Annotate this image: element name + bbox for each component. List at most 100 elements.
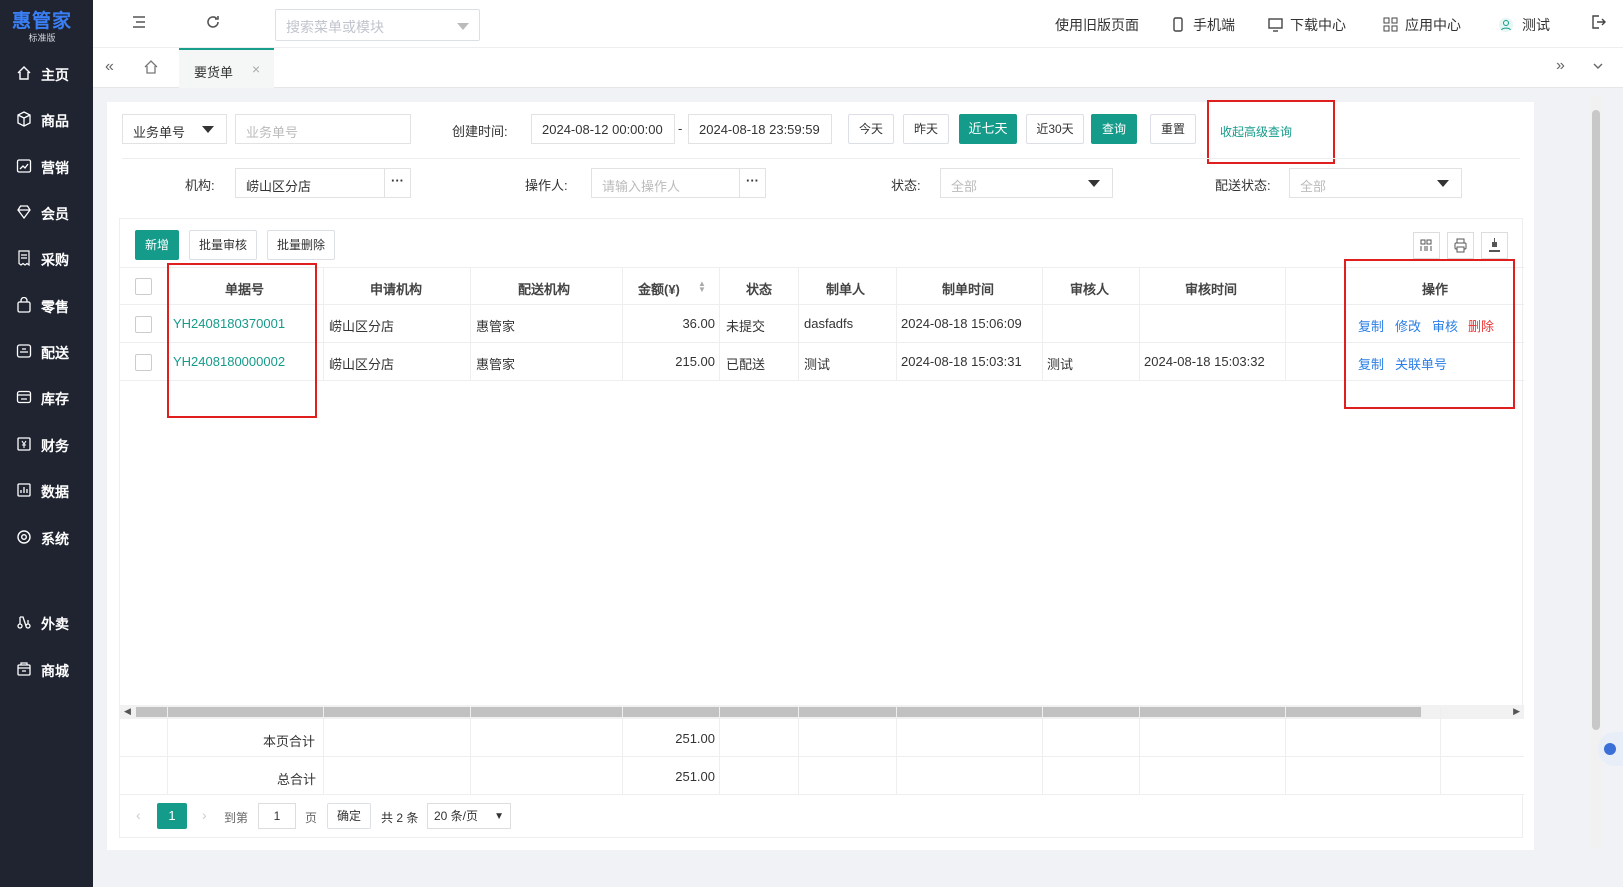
last-30-days-button[interactable]: 近30天 bbox=[1026, 114, 1084, 144]
query-button[interactable]: 查询 bbox=[1091, 114, 1137, 144]
sidebar-item-inventory[interactable]: 库存 bbox=[0, 378, 93, 418]
user-menu[interactable]: 测试 bbox=[1498, 15, 1550, 35]
amount-cell: 215.00 bbox=[675, 354, 715, 369]
sidebar-item-takeout[interactable]: 外卖 bbox=[0, 603, 93, 643]
batch-delete-button[interactable]: 批量删除 bbox=[267, 230, 335, 260]
goto-confirm-button[interactable]: 确定 bbox=[327, 803, 371, 829]
menu-search-input[interactable]: 搜索菜单或模块 bbox=[275, 9, 480, 41]
menu-toggle-icon[interactable] bbox=[131, 14, 151, 34]
deliver-org-cell: 惠管家 bbox=[476, 319, 516, 334]
tab-bar: « 要货单 × » bbox=[93, 48, 1623, 88]
sidebar-item-home[interactable]: 主页 bbox=[0, 54, 93, 94]
scroll-left-arrow-icon[interactable]: ◀ bbox=[124, 706, 131, 717]
home-icon bbox=[16, 65, 33, 82]
select-all-checkbox[interactable] bbox=[135, 278, 152, 295]
org-input[interactable]: 崂山区分店 ··· bbox=[235, 168, 411, 198]
collapse-left-icon[interactable]: « bbox=[105, 58, 114, 76]
status-cell: 未提交 bbox=[726, 319, 766, 334]
today-button[interactable]: 今天 bbox=[848, 114, 894, 144]
sidebar-item-truck[interactable]: 配送 bbox=[0, 332, 93, 372]
sidebar-item-receipt[interactable]: 采购 bbox=[0, 239, 93, 279]
print-icon[interactable] bbox=[1447, 232, 1474, 259]
highlight-box bbox=[1344, 259, 1515, 409]
column-header: 制单时间 bbox=[942, 282, 995, 297]
close-icon[interactable]: × bbox=[252, 61, 260, 77]
monitor-icon bbox=[1268, 17, 1283, 32]
data-icon bbox=[16, 482, 33, 499]
date-to-input[interactable]: 2024-08-18 23:59:59 bbox=[688, 114, 832, 144]
batch-audit-button[interactable]: 批量审核 bbox=[189, 230, 257, 260]
scrollbar-thumb[interactable] bbox=[136, 707, 1421, 717]
download-center-label: 下载中心 bbox=[1290, 17, 1346, 33]
reset-button[interactable]: 重置 bbox=[1150, 114, 1196, 144]
page-number-current[interactable]: 1 bbox=[157, 803, 187, 829]
old-version-link[interactable]: 使用旧版页面 bbox=[1055, 15, 1139, 35]
delivery-status-select[interactable]: 全部 bbox=[1289, 168, 1462, 198]
col-divider bbox=[1440, 707, 1441, 795]
download-center-link[interactable]: 下载中心 bbox=[1268, 15, 1346, 35]
status-label: 状态: bbox=[891, 178, 921, 193]
date-from-input[interactable]: 2024-08-12 00:00:00 bbox=[531, 114, 675, 144]
sidebar-item-diamond[interactable]: 会员 bbox=[0, 193, 93, 233]
tab-requisition-label: 要货单 bbox=[194, 65, 234, 80]
export-icon[interactable] bbox=[1481, 232, 1508, 259]
made-time-cell: 2024-08-18 15:03:31 bbox=[901, 354, 1022, 369]
yesterday-button[interactable]: 昨天 bbox=[903, 114, 949, 144]
chevron-down-icon[interactable] bbox=[1592, 60, 1604, 75]
sidebar-item-chart[interactable]: 营销 bbox=[0, 147, 93, 187]
home-tab-icon[interactable] bbox=[143, 59, 159, 78]
row-checkbox[interactable] bbox=[135, 354, 152, 371]
mobile-link[interactable]: 手机端 bbox=[1171, 15, 1235, 35]
prev-page-icon[interactable]: ‹ bbox=[136, 807, 141, 823]
page-scrollbar-thumb[interactable] bbox=[1592, 110, 1600, 730]
sidebar-item-label: 零售 bbox=[41, 299, 69, 315]
columns-icon[interactable] bbox=[1413, 232, 1440, 259]
refresh-icon[interactable] bbox=[205, 14, 225, 34]
doc-type-value: 业务单号 bbox=[133, 125, 186, 140]
delivery-status-value: 全部 bbox=[1300, 179, 1327, 194]
menu-search-placeholder: 搜索菜单或模块 bbox=[286, 19, 384, 35]
diamond-icon bbox=[16, 204, 33, 221]
logout-icon[interactable] bbox=[1590, 14, 1610, 34]
row-checkbox[interactable] bbox=[135, 316, 152, 333]
col-divider bbox=[167, 707, 168, 795]
more-dots-icon[interactable]: ··· bbox=[384, 169, 410, 197]
scroll-right-arrow-icon[interactable]: ▶ bbox=[1513, 706, 1520, 717]
scroll-right-icon[interactable]: » bbox=[1556, 57, 1565, 75]
org-value: 崂山区分店 bbox=[246, 179, 312, 194]
status-cell: 已配送 bbox=[726, 357, 766, 372]
page-size-select[interactable]: 20 条/页 ▼ bbox=[427, 803, 511, 829]
sidebar: 惠管家 标准版 主页 商品 营销 会员 采购 零售 配送 库存 财务 数据 系统 外卖 商城 bbox=[0, 0, 93, 887]
sidebar-item-bag[interactable]: 零售 bbox=[0, 286, 93, 326]
add-button[interactable]: 新增 bbox=[135, 230, 179, 260]
sidebar-item-label: 财务 bbox=[41, 438, 69, 454]
total-count: 共 2 条 bbox=[381, 811, 419, 825]
doc-number-input[interactable]: 业务单号 bbox=[235, 114, 411, 144]
sidebar-item-mall[interactable]: 商城 bbox=[0, 650, 93, 690]
app-center-link[interactable]: 应用中心 bbox=[1383, 15, 1461, 35]
grand-total-label: 总合计 bbox=[277, 772, 317, 787]
col-divider bbox=[896, 707, 897, 795]
operator-input[interactable]: 请输入操作人 ··· bbox=[591, 168, 766, 198]
status-select[interactable]: 全部 bbox=[940, 168, 1113, 198]
sidebar-item-system[interactable]: 系统 bbox=[0, 518, 93, 558]
sidebar-item-finance[interactable]: 财务 bbox=[0, 425, 93, 465]
page-scrollbar[interactable] bbox=[1590, 96, 1602, 848]
horizontal-scrollbar[interactable]: ◀ ▶ bbox=[120, 705, 1524, 719]
column-header: 审核时间 bbox=[1185, 282, 1238, 297]
sidebar-item-data[interactable]: 数据 bbox=[0, 471, 93, 511]
sidebar-item-label: 商城 bbox=[41, 663, 69, 679]
doc-type-select[interactable]: 业务单号 bbox=[122, 114, 227, 144]
chevron-down-icon: ▼ bbox=[494, 811, 504, 822]
column-header[interactable]: 金额(¥) bbox=[638, 279, 680, 298]
next-page-icon[interactable]: › bbox=[202, 807, 207, 823]
sort-icon[interactable]: ▲ ▼ bbox=[698, 280, 706, 294]
sidebar-item-box[interactable]: 商品 bbox=[0, 100, 93, 140]
user-avatar-icon bbox=[1498, 17, 1513, 32]
sidebar-item-label: 数据 bbox=[41, 484, 69, 500]
more-dots-icon[interactable]: ··· bbox=[739, 169, 765, 197]
last-7-days-button[interactable]: 近七天 bbox=[959, 114, 1017, 144]
goto-page-input[interactable]: 1 bbox=[258, 803, 296, 829]
audit-time-cell: 2024-08-18 15:03:32 bbox=[1144, 354, 1265, 369]
tab-requisition[interactable]: 要货单 × bbox=[179, 48, 274, 88]
